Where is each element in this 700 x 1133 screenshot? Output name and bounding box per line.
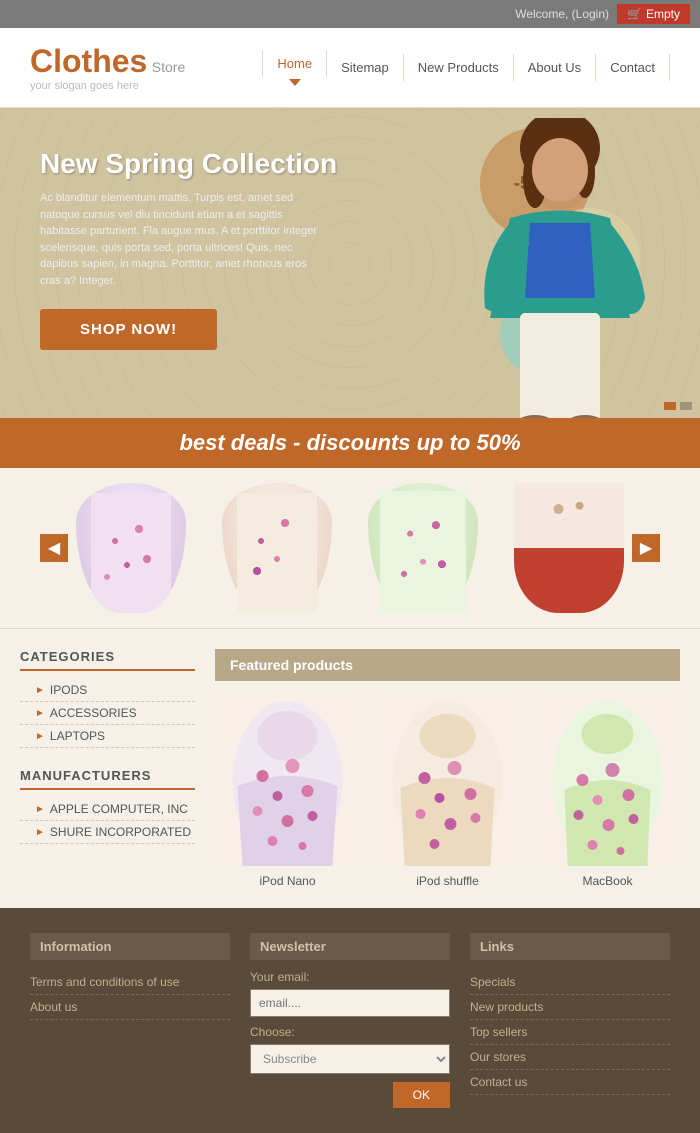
carousel-item-4 bbox=[514, 483, 624, 613]
product-card-3[interactable]: MacBook bbox=[535, 696, 680, 888]
cart-button[interactable]: 🛒 Empty bbox=[617, 4, 690, 24]
carousel-dress-1 bbox=[76, 483, 186, 613]
main-nav: Home Sitemap New Products About Us Conta… bbox=[262, 50, 670, 86]
carousel-next-button[interactable]: ▶ bbox=[632, 534, 660, 562]
product-card-2[interactable]: iPod shuffle bbox=[375, 696, 520, 888]
footer-link-specials[interactable]: Specials bbox=[470, 970, 670, 995]
arrow-icon: ► bbox=[35, 731, 45, 742]
sidebar-item-apple[interactable]: ► APPLE COMPUTER, INC bbox=[20, 798, 195, 821]
carousel-prev-button[interactable]: ◀ bbox=[40, 534, 68, 562]
nav-sitemap[interactable]: Sitemap bbox=[327, 54, 404, 81]
footer-link-about[interactable]: About us bbox=[30, 995, 230, 1020]
sidebar-categories: CATEGORIES ► IPODS ► ACCESSORIES ► LAPTO… bbox=[20, 649, 195, 748]
deals-banner: best deals - discounts up to 50% bbox=[0, 418, 700, 468]
hero-title: New Spring Collection bbox=[40, 148, 337, 180]
footer: Information Terms and conditions of use … bbox=[0, 908, 700, 1133]
carousel-dress-4 bbox=[514, 483, 624, 613]
arrow-icon: ► bbox=[35, 827, 45, 838]
footer-link-terms[interactable]: Terms and conditions of use bbox=[30, 970, 230, 995]
nav-home[interactable]: Home bbox=[262, 50, 327, 77]
featured-header: Featured products bbox=[215, 649, 680, 681]
cart-label: Empty bbox=[646, 7, 680, 21]
footer-links-title: Links bbox=[470, 933, 670, 960]
shop-now-button[interactable]: SHOP NOW! bbox=[40, 309, 217, 350]
footer-choose-label: Choose: bbox=[250, 1025, 450, 1039]
manufacturers-title: MANUFACTURERS bbox=[20, 768, 195, 790]
arrow-icon: ► bbox=[35, 708, 45, 719]
carousel-item-2 bbox=[222, 483, 332, 613]
arrow-icon: ► bbox=[35, 804, 45, 815]
footer-ok-button[interactable]: OK bbox=[393, 1082, 450, 1108]
nav-contact[interactable]: Contact bbox=[596, 54, 670, 81]
arrow-icon: ► bbox=[35, 685, 45, 696]
sidebar-manufacturers: MANUFACTURERS ► APPLE COMPUTER, INC ► SH… bbox=[20, 768, 195, 844]
carousel-item-1 bbox=[76, 483, 186, 613]
footer-links-column: Links Specials New products Top sellers … bbox=[470, 933, 670, 1108]
product-image-1 bbox=[215, 696, 360, 866]
product-card-1[interactable]: iPod Nano bbox=[215, 696, 360, 888]
carousel-item-3 bbox=[368, 483, 478, 613]
nav-about-us[interactable]: About Us bbox=[514, 54, 596, 81]
top-bar: Welcome, (Login) 🛒 Empty bbox=[0, 0, 700, 28]
hero-content: New Spring Collection Ac blanditur eleme… bbox=[40, 148, 337, 350]
logo: Clothes Store your slogan goes here bbox=[30, 43, 185, 92]
footer-email-label: Your email: bbox=[250, 970, 450, 984]
logo-slogan: your slogan goes here bbox=[30, 80, 185, 92]
sidebar-item-accessories[interactable]: ► ACCESSORIES bbox=[20, 702, 195, 725]
header: Clothes Store your slogan goes here Home… bbox=[0, 28, 700, 108]
product-image-3 bbox=[535, 696, 680, 866]
products-grid: iPod Nano bbox=[215, 696, 680, 888]
footer-link-top-sellers[interactable]: Top sellers bbox=[470, 1020, 670, 1045]
main-content: CATEGORIES ► IPODS ► ACCESSORIES ► LAPTO… bbox=[0, 629, 700, 908]
footer-subscribe-select[interactable]: Subscribe bbox=[250, 1044, 450, 1074]
categories-title: CATEGORIES bbox=[20, 649, 195, 671]
sidebar-item-ipods[interactable]: ► IPODS bbox=[20, 679, 195, 702]
cart-icon: 🛒 bbox=[627, 7, 642, 21]
featured-products: Featured products bbox=[215, 649, 680, 888]
product-name-3: MacBook bbox=[535, 874, 680, 888]
sidebar: CATEGORIES ► IPODS ► ACCESSORIES ► LAPTO… bbox=[20, 649, 195, 888]
carousel-dress-3 bbox=[368, 483, 478, 613]
footer-email-input[interactable] bbox=[250, 989, 450, 1017]
footer-link-contact-us[interactable]: Contact us bbox=[470, 1070, 670, 1095]
hero-model-image bbox=[420, 118, 700, 418]
hero-banner: New Spring Collection Ac blanditur eleme… bbox=[0, 108, 700, 418]
deals-text: best deals - discounts up to 50% bbox=[179, 430, 520, 455]
product-name-2: iPod shuffle bbox=[375, 874, 520, 888]
nav-new-products[interactable]: New Products bbox=[404, 54, 514, 81]
welcome-text: Welcome, (Login) bbox=[515, 7, 609, 21]
carousel-items bbox=[68, 483, 632, 613]
footer-info-title: Information bbox=[30, 933, 230, 960]
nav-home-arrow bbox=[289, 79, 301, 86]
footer-info-column: Information Terms and conditions of use … bbox=[30, 933, 230, 1108]
product-name-1: iPod Nano bbox=[215, 874, 360, 888]
sidebar-item-shure[interactable]: ► SHURE INCORPORATED bbox=[20, 821, 195, 844]
logo-store: Store bbox=[152, 59, 185, 75]
footer-newsletter-column: Newsletter Your email: Choose: Subscribe… bbox=[250, 933, 450, 1108]
footer-link-our-stores[interactable]: Our stores bbox=[470, 1045, 670, 1070]
footer-link-new-products[interactable]: New products bbox=[470, 995, 670, 1020]
logo-brand: Clothes bbox=[30, 43, 147, 79]
product-carousel: ◀ ▶ bbox=[0, 468, 700, 629]
footer-newsletter-title: Newsletter bbox=[250, 933, 450, 960]
carousel-dress-2 bbox=[222, 483, 332, 613]
sidebar-item-laptops[interactable]: ► LAPTOPS bbox=[20, 725, 195, 748]
hero-description: Ac blanditur elementum mattis. Turpis es… bbox=[40, 190, 320, 289]
product-image-2 bbox=[375, 696, 520, 866]
